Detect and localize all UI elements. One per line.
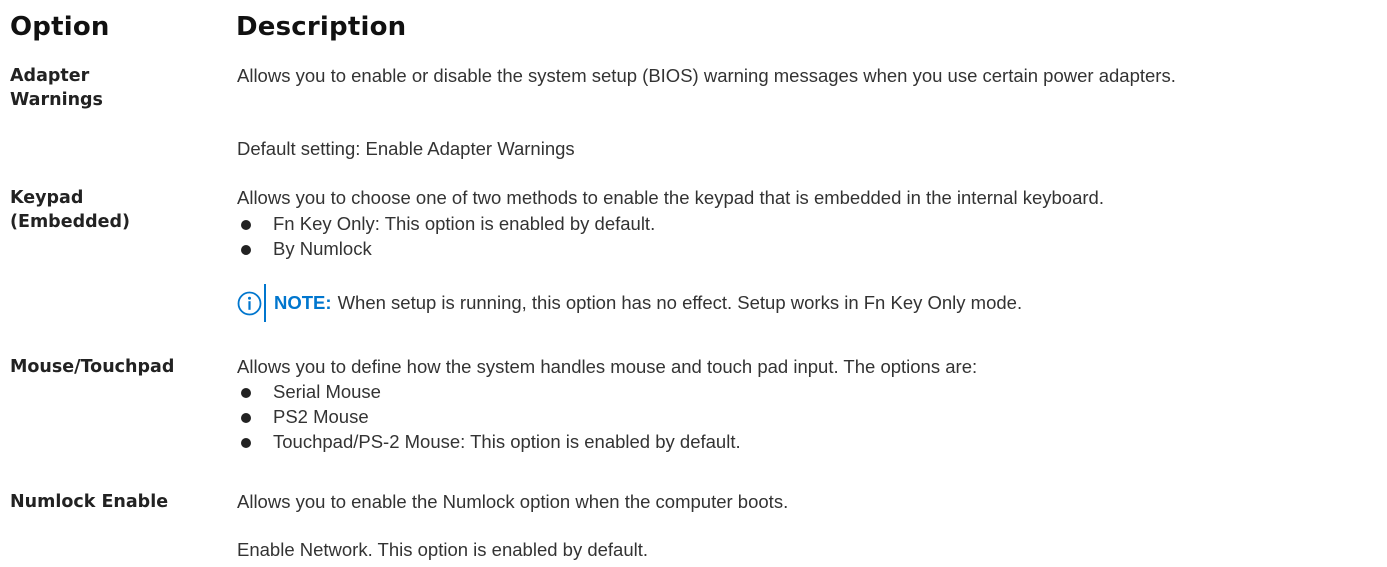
option-label-line: Warnings (10, 90, 103, 110)
keypad-options-list: Fn Key Only: This option is enabled by d… (241, 212, 655, 262)
bullet-icon (241, 220, 251, 230)
option-label-line: Keypad (10, 188, 84, 208)
option-adapter-warnings: Adapter Warnings (10, 64, 103, 112)
list-item: By Numlock (241, 237, 655, 262)
option-numlock-enable: Numlock Enable (10, 492, 169, 512)
option-label-line: Adapter (10, 66, 90, 86)
list-item: Fn Key Only: This option is enabled by d… (241, 212, 655, 237)
option-keypad-embedded: Keypad (Embedded) (10, 186, 130, 234)
bios-options-table: Option Description Adapter Warnings Allo… (0, 0, 1387, 567)
option-mouse-touchpad: Mouse/Touchpad (10, 357, 175, 377)
extra-numlock-enable: Enable Network. This option is enabled b… (237, 539, 649, 560)
option-label-line: (Embedded) (10, 212, 131, 232)
column-header-description: Description (236, 12, 407, 42)
note-divider (264, 284, 266, 322)
bullet-icon (241, 388, 251, 398)
description-numlock-enable: Allows you to enable the Numlock option … (237, 491, 789, 512)
bullet-icon (241, 438, 251, 448)
list-item: Touchpad/PS-2 Mouse: This option is enab… (241, 430, 741, 455)
info-icon (237, 291, 262, 315)
list-item: Serial Mouse (241, 380, 741, 405)
note-label: NOTE: (274, 292, 332, 313)
column-header-option: Option (10, 12, 110, 42)
description-adapter-warnings: Allows you to enable or disable the syst… (237, 65, 1176, 86)
note-text: When setup is running, this option has n… (337, 292, 1023, 313)
note-keypad: NOTE: When setup is running, this option… (237, 284, 1023, 322)
list-item: PS2 Mouse (241, 405, 741, 430)
bullet-icon (241, 245, 251, 255)
bullet-icon (241, 413, 251, 423)
mouse-options-list: Serial Mouse PS2 Mouse Touchpad/PS-2 Mou… (241, 380, 741, 455)
description-keypad-embedded: Allows you to choose one of two methods … (237, 187, 1104, 208)
default-setting-adapter-warnings: Default setting: Enable Adapter Warnings (237, 138, 575, 159)
description-mouse-touchpad: Allows you to define how the system hand… (237, 356, 978, 377)
